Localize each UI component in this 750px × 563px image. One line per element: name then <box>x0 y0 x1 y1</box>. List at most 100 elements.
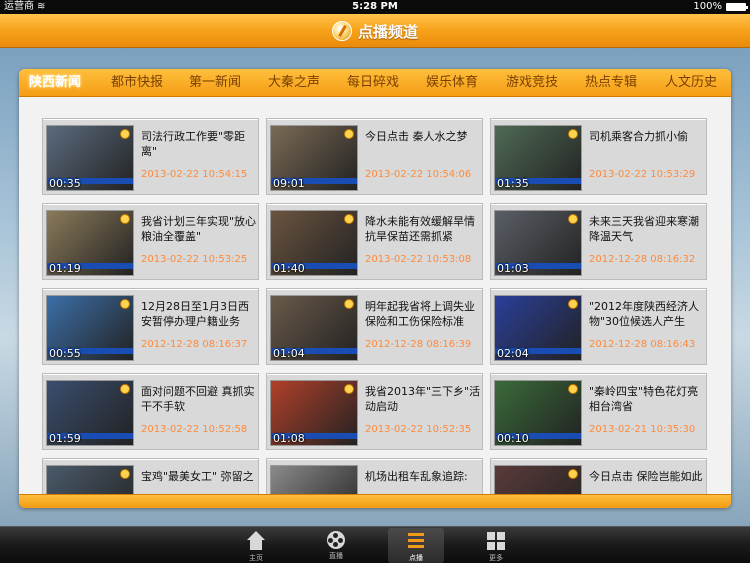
video-card[interactable]: 00:10 "秦岭四宝"特色花灯亮相台湾省 2013-02-21 10:35:3… <box>490 373 707 450</box>
video-duration: 01:59 <box>49 432 81 445</box>
video-thumbnail: 00:10 <box>494 380 582 446</box>
video-date: 2013-02-22 10:53:08 <box>365 254 472 265</box>
video-card[interactable]: 01:59 面对问题不回避 真抓实干不手软 2013-02-22 10:52:5… <box>42 373 259 450</box>
video-duration: 00:55 <box>49 347 81 360</box>
channel-logo-icon <box>568 129 578 139</box>
video-grid: 00:35 司法行政工作要"零距离" 2013-02-22 10:54:15 0… <box>19 98 731 494</box>
channel-logo-icon <box>344 299 354 309</box>
video-date: 2013-02-22 10:53:29 <box>589 169 696 180</box>
video-card[interactable]: 00:55 12月28日至1月3日西安暂停办理户籍业务 2012-12-28 0… <box>42 288 259 365</box>
battery-icon <box>726 3 748 11</box>
tab-label: 直播 <box>329 552 343 560</box>
content-panel: 陕西新闻 都市快报 第一新闻 大秦之声 每日碎戏 娱乐体育 游戏竞技 热点专辑 … <box>19 69 731 508</box>
tab-daqin-voice[interactable]: 大秦之声 <box>262 69 326 97</box>
tab-more[interactable]: 更多 <box>468 528 524 563</box>
clock: 5:28 PM <box>352 1 398 12</box>
video-date: 2013-02-22 10:54:06 <box>365 169 472 180</box>
tab-live[interactable]: 直播 <box>308 528 364 563</box>
channel-logo-icon <box>568 214 578 224</box>
video-date: 2013-02-22 10:52:58 <box>141 424 248 435</box>
video-duration: 09:01 <box>273 177 305 190</box>
video-duration: 01:40 <box>273 262 305 275</box>
video-duration: 00:35 <box>49 177 81 190</box>
video-duration: 01:03 <box>497 262 529 275</box>
tab-culture-history[interactable]: 人文历史 <box>659 69 723 97</box>
video-thumbnail <box>270 465 358 494</box>
video-thumbnail: 01:35 <box>494 125 582 191</box>
panel-footer-bar <box>19 494 731 508</box>
tab-hot-albums[interactable]: 热点专辑 <box>579 69 643 97</box>
tab-first-news[interactable]: 第一新闻 <box>183 69 247 97</box>
tab-entertainment-sports[interactable]: 娱乐体育 <box>420 69 484 97</box>
video-thumbnail: 01:19 <box>46 210 134 276</box>
tab-daily-drama[interactable]: 每日碎戏 <box>341 69 405 97</box>
video-title: 未来三天我省迎来寒潮降温天气 <box>589 215 699 243</box>
video-date: 2012-12-28 08:16:39 <box>365 339 472 350</box>
video-duration: 01:19 <box>49 262 81 275</box>
video-thumbnail: 00:55 <box>46 295 134 361</box>
grid-icon <box>486 531 506 551</box>
video-card[interactable]: 02:04 "2012年度陕西经济人物"30位候选人产生 2012-12-28 … <box>490 288 707 365</box>
channel-logo-icon <box>568 384 578 394</box>
tab-on-demand[interactable]: 点播 <box>388 528 444 563</box>
video-thumbnail: 01:04 <box>270 295 358 361</box>
tab-home[interactable]: 主页 <box>228 528 284 563</box>
home-icon <box>246 531 266 551</box>
video-card[interactable]: 01:35 司机乘客合力抓小偷 2013-02-22 10:53:29 <box>490 118 707 195</box>
video-date: 2012-12-28 08:16:32 <box>589 254 696 265</box>
video-card[interactable]: 01:40 降水未能有效缓解旱情 抗旱保苗还需抓紧 2013-02-22 10:… <box>266 203 483 280</box>
video-card[interactable]: 今日点击 保险岂能如此 <box>490 458 707 494</box>
page-title: 点播频道 <box>357 22 418 41</box>
video-duration: 00:10 <box>497 432 529 445</box>
video-duration: 01:35 <box>497 177 529 190</box>
tab-label: 主页 <box>249 554 263 562</box>
video-thumbnail: 01:40 <box>270 210 358 276</box>
video-title: 司法行政工作要"零距离" <box>141 130 246 158</box>
channel-logo-icon <box>120 384 130 394</box>
video-title: 司机乘客合力抓小偷 <box>589 130 688 143</box>
video-title: 宝鸡"最美女工" 弥留之 <box>141 470 254 483</box>
video-date: 2013-02-22 10:52:35 <box>365 424 472 435</box>
channel-logo-icon <box>568 469 578 479</box>
video-title: 明年起我省将上调失业保险和工伤保险标准 <box>365 300 475 328</box>
video-card[interactable]: 01:04 明年起我省将上调失业保险和工伤保险标准 2012-12-28 08:… <box>266 288 483 365</box>
video-title: 面对问题不回避 真抓实干不手软 <box>141 385 255 413</box>
video-thumbnail: 01:08 <box>270 380 358 446</box>
video-card[interactable]: 01:19 我省计划三年实现"放心粮油全覆盖" 2013-02-22 10:53… <box>42 203 259 280</box>
video-card[interactable]: 01:03 未来三天我省迎来寒潮降温天气 2012-12-28 08:16:32 <box>490 203 707 280</box>
video-card[interactable]: 01:08 我省2013年"三下乡"活动启动 2013-02-22 10:52:… <box>266 373 483 450</box>
channel-logo-icon <box>568 299 578 309</box>
video-date: 2013-02-22 10:53:25 <box>141 254 248 265</box>
tab-label: 更多 <box>489 554 503 562</box>
video-title: 今日点击 秦人水之梦 <box>365 130 468 143</box>
video-thumbnail: 02:04 <box>494 295 582 361</box>
channel-logo-icon <box>120 129 130 139</box>
video-duration: 01:08 <box>273 432 305 445</box>
battery-percent: 100% <box>693 1 722 12</box>
video-thumbnail: 09:01 <box>270 125 358 191</box>
video-card[interactable]: 09:01 今日点击 秦人水之梦 2013-02-22 10:54:06 <box>266 118 483 195</box>
video-thumbnail: 01:03 <box>494 210 582 276</box>
channel-logo-icon <box>120 299 130 309</box>
category-tabs: 陕西新闻 都市快报 第一新闻 大秦之声 每日碎戏 娱乐体育 游戏竞技 热点专辑 … <box>19 69 731 97</box>
video-title: 12月28日至1月3日西安暂停办理户籍业务 <box>141 300 249 328</box>
video-card[interactable]: 00:35 司法行政工作要"零距离" 2013-02-22 10:54:15 <box>42 118 259 195</box>
tab-city-express[interactable]: 都市快报 <box>105 69 169 97</box>
video-card[interactable]: 机场出租车乱象追踪: <box>266 458 483 494</box>
video-card[interactable]: 宝鸡"最美女工" 弥留之 <box>42 458 259 494</box>
tab-shaanxi-news[interactable]: 陕西新闻 <box>23 69 87 97</box>
channel-logo-icon <box>120 214 130 224</box>
channel-logo-icon <box>344 214 354 224</box>
video-title: "2012年度陕西经济人物"30位候选人产生 <box>589 300 700 328</box>
title-bar: 点播频道 <box>0 14 750 48</box>
channel-logo-icon <box>344 129 354 139</box>
video-date: 2013-02-22 10:54:15 <box>141 169 248 180</box>
tab-gaming[interactable]: 游戏竞技 <box>500 69 564 97</box>
video-duration: 01:04 <box>273 347 305 360</box>
app-logo-icon <box>331 21 352 41</box>
video-title: 降水未能有效缓解旱情 抗旱保苗还需抓紧 <box>365 215 475 243</box>
video-thumbnail <box>494 465 582 494</box>
video-title: 我省计划三年实现"放心粮油全覆盖" <box>141 215 257 243</box>
video-date: 2013-02-21 10:35:30 <box>589 424 696 435</box>
video-thumbnail: 00:35 <box>46 125 134 191</box>
